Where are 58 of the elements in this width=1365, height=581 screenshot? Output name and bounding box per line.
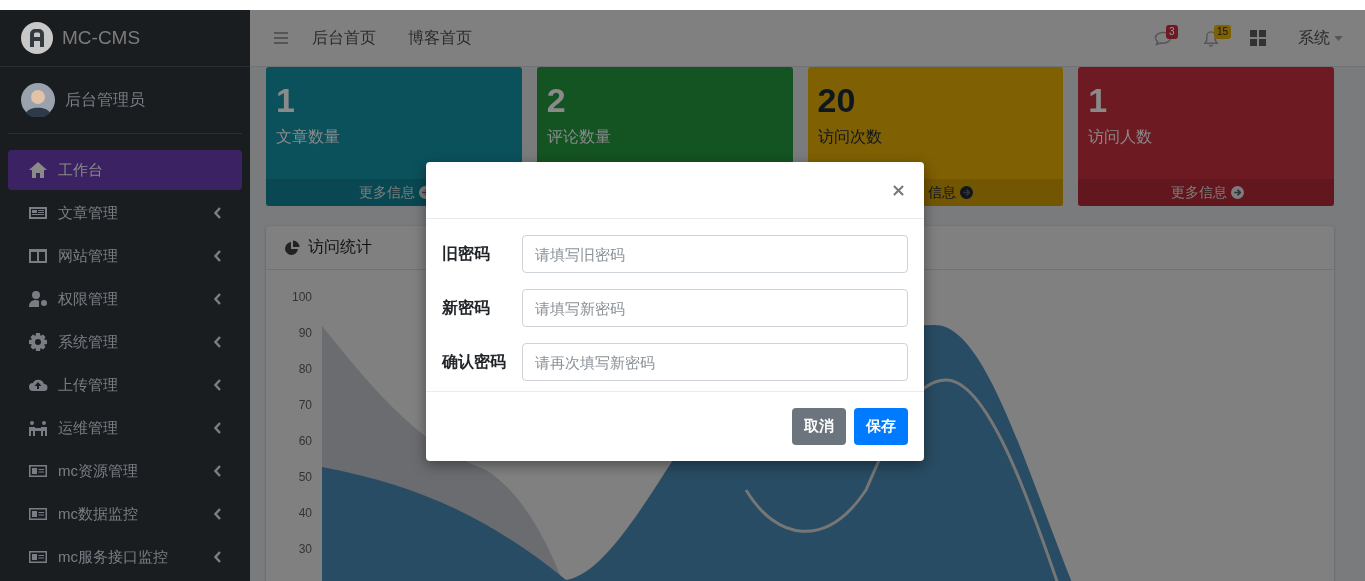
stat-label: 文章数量 [276, 127, 341, 147]
axis-label: 80 [298, 362, 312, 376]
menu-icon[interactable] [274, 32, 288, 44]
stat-label: 访问次数 [817, 127, 883, 147]
notification-count: 15 [1214, 24, 1232, 39]
sidebar-item[interactable]: 文章管理 [8, 193, 242, 233]
sidebar-item[interactable]: mc服务接口监控 [8, 537, 242, 577]
system-menu[interactable]: 系统 [1298, 27, 1343, 49]
brand-name: MC-CMS [62, 27, 141, 49]
sidebar-item[interactable]: 工作台 [8, 150, 242, 190]
grid-icon[interactable] [1250, 30, 1266, 46]
sidebar-item[interactable]: 权限管理 [8, 279, 242, 319]
axis-label: 40 [298, 506, 312, 520]
sidebar-item[interactable]: 上传管理 [8, 365, 242, 405]
axis-label: 100 [291, 290, 312, 304]
sidebar-item[interactable]: 运维管理 [8, 408, 242, 448]
axis-label: 30 [298, 542, 312, 556]
nav-link[interactable]: 博客首页 [408, 27, 472, 49]
arrow-circle-icon [1231, 186, 1245, 199]
pie-chart-icon [284, 239, 300, 256]
arrow-circle-icon [960, 186, 974, 199]
axis-label: 90 [298, 326, 312, 340]
field-label: 新密码 [442, 297, 491, 318]
stat-value: 1 [1088, 80, 1109, 121]
user-gear-icon [28, 289, 48, 309]
people-icon [28, 418, 48, 438]
password-field[interactable]: 请填写新密码 [522, 289, 908, 327]
logo-icon [21, 22, 53, 54]
cancel-button[interactable]: 取消 [792, 408, 846, 445]
password-field[interactable]: 请填写旧密码 [522, 235, 908, 273]
gear-icon [28, 332, 48, 352]
sidebar-item[interactable]: 系统管理 [8, 322, 242, 362]
field-label: 确认密码 [442, 351, 507, 372]
stat-label: 评论数量 [546, 127, 612, 147]
stat-value: 20 [817, 80, 857, 121]
message-count: 3 [1166, 24, 1178, 39]
save-button[interactable]: 保存 [854, 408, 908, 445]
comment-icon[interactable] [1154, 29, 1172, 47]
nav-link[interactable]: 后台首页 [312, 27, 376, 49]
columns-icon [28, 246, 48, 266]
stat-value: 2 [546, 80, 567, 121]
chart-title: 访问统计 [308, 237, 372, 257]
sidebar-item[interactable]: 网站管理 [8, 236, 242, 276]
axis-label: 60 [298, 434, 312, 448]
home-icon [28, 160, 48, 180]
sidebar-item[interactable]: mc数据监控 [8, 494, 242, 534]
stat-label: 访问人数 [1088, 127, 1154, 147]
avatar-icon [21, 83, 55, 117]
more-info-link[interactable]: 更多信息 [1078, 179, 1334, 206]
stat-value: 1 [276, 80, 296, 121]
user-name: 后台管理员 [65, 89, 145, 110]
caret-icon [1334, 35, 1343, 41]
axis-label: 70 [298, 398, 312, 412]
close-icon[interactable] [893, 184, 904, 196]
password-field[interactable]: 请再次填写新密码 [522, 343, 908, 381]
axis-label: 50 [298, 470, 312, 484]
field-label: 旧密码 [442, 243, 491, 264]
sidebar-item[interactable]: mc资源管理 [8, 451, 242, 491]
